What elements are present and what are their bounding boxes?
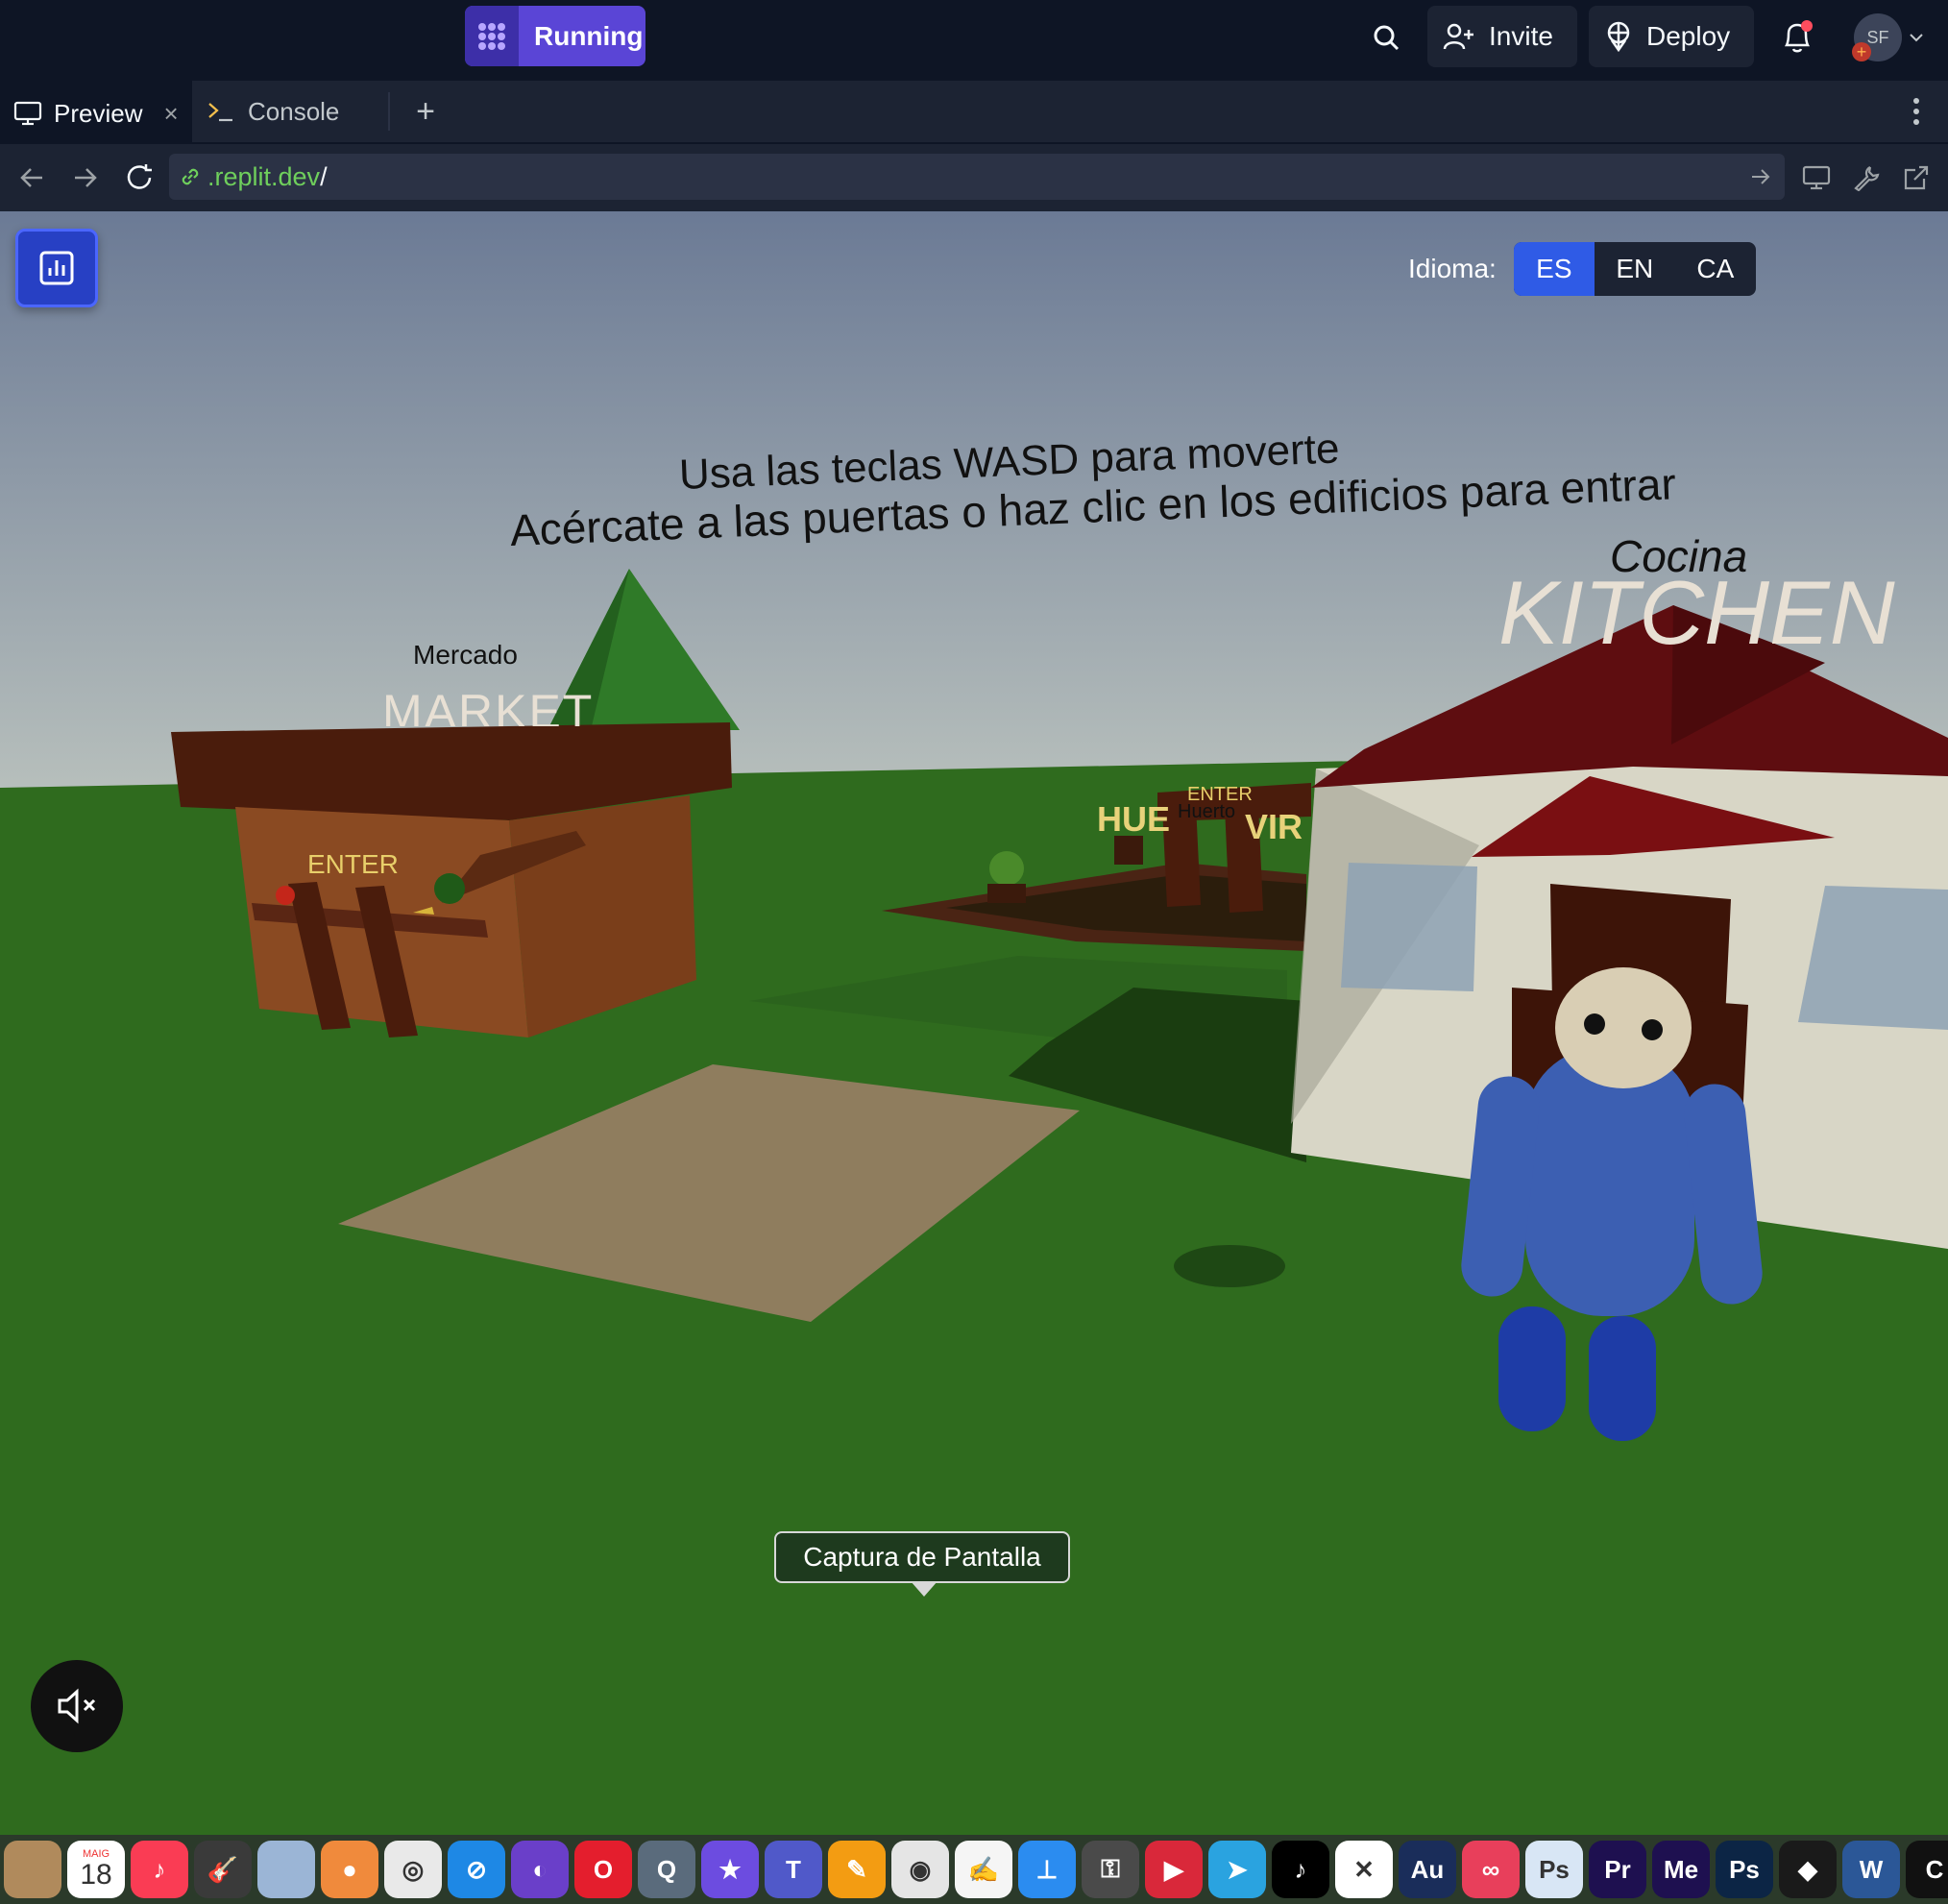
contacts-icon[interactable] [4, 1841, 61, 1898]
reload-icon[interactable] [115, 154, 163, 202]
keychain-icon[interactable]: ⚿ [1082, 1841, 1139, 1898]
language-label: Idioma: [1408, 254, 1497, 283]
audition-icon[interactable]: Au [1399, 1841, 1456, 1898]
tiktok-icon[interactable]: ♪ [1272, 1841, 1329, 1898]
url-path: / [320, 161, 328, 191]
market-sub-label: Mercado [413, 640, 518, 670]
pdf-icon[interactable]: ▶ [1145, 1841, 1203, 1898]
deploy-icon [1607, 21, 1630, 52]
url-input[interactable]: .replit.dev / [169, 154, 1785, 200]
terminal-icon [208, 103, 232, 122]
video-icon[interactable]: ● [321, 1841, 378, 1898]
opera-icon[interactable]: O [574, 1841, 632, 1898]
add-user-icon [1443, 23, 1473, 50]
dock: MAIG 18 ♪ 🎸 ● ◎ ⊘ ◐ O Q ★ T ✎ ◉ ✍ ⊥ ⚿ ▶ ➤ ♪ ✕ Au ∞ Ps Pr Me Ps ◆ W C [0, 1835, 1948, 1904]
close-icon[interactable]: × [163, 99, 178, 129]
language-selector: Idioma: ES EN CA [1408, 242, 1756, 296]
more-options-icon[interactable] [1902, 81, 1931, 142]
url-bar: .replit.dev / [0, 144, 1948, 211]
market-enter-label: ENTER [307, 849, 399, 879]
avatar[interactable]: SF + [1852, 13, 1902, 61]
invite-label: Invite [1489, 21, 1553, 51]
word-icon[interactable]: W [1842, 1841, 1900, 1898]
chevron-down-icon[interactable] [1902, 13, 1931, 61]
media-encoder-icon[interactable]: Me [1652, 1841, 1710, 1898]
avatar-badge-icon: + [1852, 42, 1871, 61]
screenshot-icon[interactable]: ◉ [891, 1841, 949, 1898]
forward-icon[interactable] [61, 154, 110, 202]
binance-icon[interactable]: ◆ [1779, 1841, 1837, 1898]
language-option-es[interactable]: ES [1513, 242, 1595, 296]
cursor-icon[interactable]: C [1906, 1841, 1948, 1898]
safari-icon[interactable]: ⊘ [448, 1841, 505, 1898]
photoshop-icon[interactable]: Ps [1716, 1841, 1773, 1898]
open-new-tab-icon[interactable] [1892, 154, 1940, 202]
avatar-initials: SF [1866, 27, 1889, 47]
devtools-wrench-icon[interactable] [1842, 154, 1890, 202]
running-button[interactable]: Running [465, 6, 645, 66]
add-tab-icon[interactable]: + [402, 81, 450, 142]
teams-icon[interactable]: T [765, 1841, 822, 1898]
market-title-label: MARKET [382, 685, 595, 726]
telegram-icon[interactable]: ➤ [1208, 1841, 1266, 1898]
photoshop-alt-icon[interactable]: Ps [1525, 1841, 1583, 1898]
garageband-icon[interactable]: 🎸 [194, 1841, 252, 1898]
pages-icon[interactable]: ✎ [828, 1841, 886, 1898]
monitor-icon [13, 101, 42, 126]
tab-console-label: Console [248, 96, 340, 126]
back-icon[interactable] [8, 154, 56, 202]
tab-bar: Preview × Console + [0, 81, 1948, 144]
language-option-en[interactable]: EN [1595, 242, 1675, 296]
garden-title-right: VIR [1245, 807, 1303, 846]
music-icon[interactable]: ♪ [131, 1841, 188, 1898]
calendar-day: 18 [80, 1859, 112, 1891]
speaker-muted-icon [58, 1688, 96, 1724]
mute-button[interactable] [31, 1660, 123, 1752]
stats-button[interactable] [15, 229, 98, 307]
devices-icon[interactable] [1792, 154, 1840, 202]
dock-tooltip: Captura de Pantalla [774, 1531, 1070, 1597]
bar-chart-icon [39, 251, 74, 285]
invite-button[interactable]: Invite [1427, 6, 1577, 67]
kitchen-title-label: KITCHEN [1498, 562, 1895, 663]
calendar-icon[interactable]: MAIG 18 [67, 1841, 125, 1898]
imovie-icon[interactable]: ★ [701, 1841, 759, 1898]
preview-icon[interactable] [257, 1841, 315, 1898]
url-domain: .replit.dev [207, 161, 321, 191]
premiere-icon[interactable]: Pr [1589, 1841, 1646, 1898]
language-options: ES EN CA [1513, 242, 1756, 296]
running-label: Running [534, 20, 644, 51]
tab-divider [388, 92, 390, 131]
search-icon[interactable] [1362, 13, 1410, 61]
garden-title-left: HUE [1097, 799, 1171, 839]
run-status-icon [465, 6, 519, 66]
player-shadow [1174, 1245, 1285, 1287]
tab-preview[interactable]: Preview × [0, 81, 192, 144]
deploy-button[interactable]: Deploy [1589, 6, 1754, 67]
deploy-label: Deploy [1646, 21, 1731, 51]
tab-preview-label: Preview [54, 98, 143, 128]
notifications-icon[interactable] [1773, 13, 1821, 61]
tor-icon[interactable]: ◐ [511, 1841, 569, 1898]
link-icon [182, 168, 199, 185]
garden-sub-label: Huerto [1178, 801, 1236, 822]
chrome-icon[interactable]: ◎ [384, 1841, 442, 1898]
capcut-icon[interactable]: ✕ [1335, 1841, 1393, 1898]
language-option-ca[interactable]: CA [1675, 242, 1756, 296]
textedit-icon[interactable]: ✍ [955, 1841, 1012, 1898]
tab-console[interactable]: Console [194, 81, 386, 142]
game-viewport[interactable]: Usa las teclas WASD para moverte Acércat… [0, 211, 1948, 1835]
top-bar: Running Invite Deploy SF + [0, 0, 1948, 75]
kitchen-window-left [1341, 863, 1477, 991]
creative-cloud-icon[interactable]: ∞ [1462, 1841, 1520, 1898]
go-arrow-icon [1752, 169, 1770, 184]
keynote-icon[interactable]: ⊥ [1018, 1841, 1076, 1898]
quicktime-icon[interactable]: Q [638, 1841, 695, 1898]
